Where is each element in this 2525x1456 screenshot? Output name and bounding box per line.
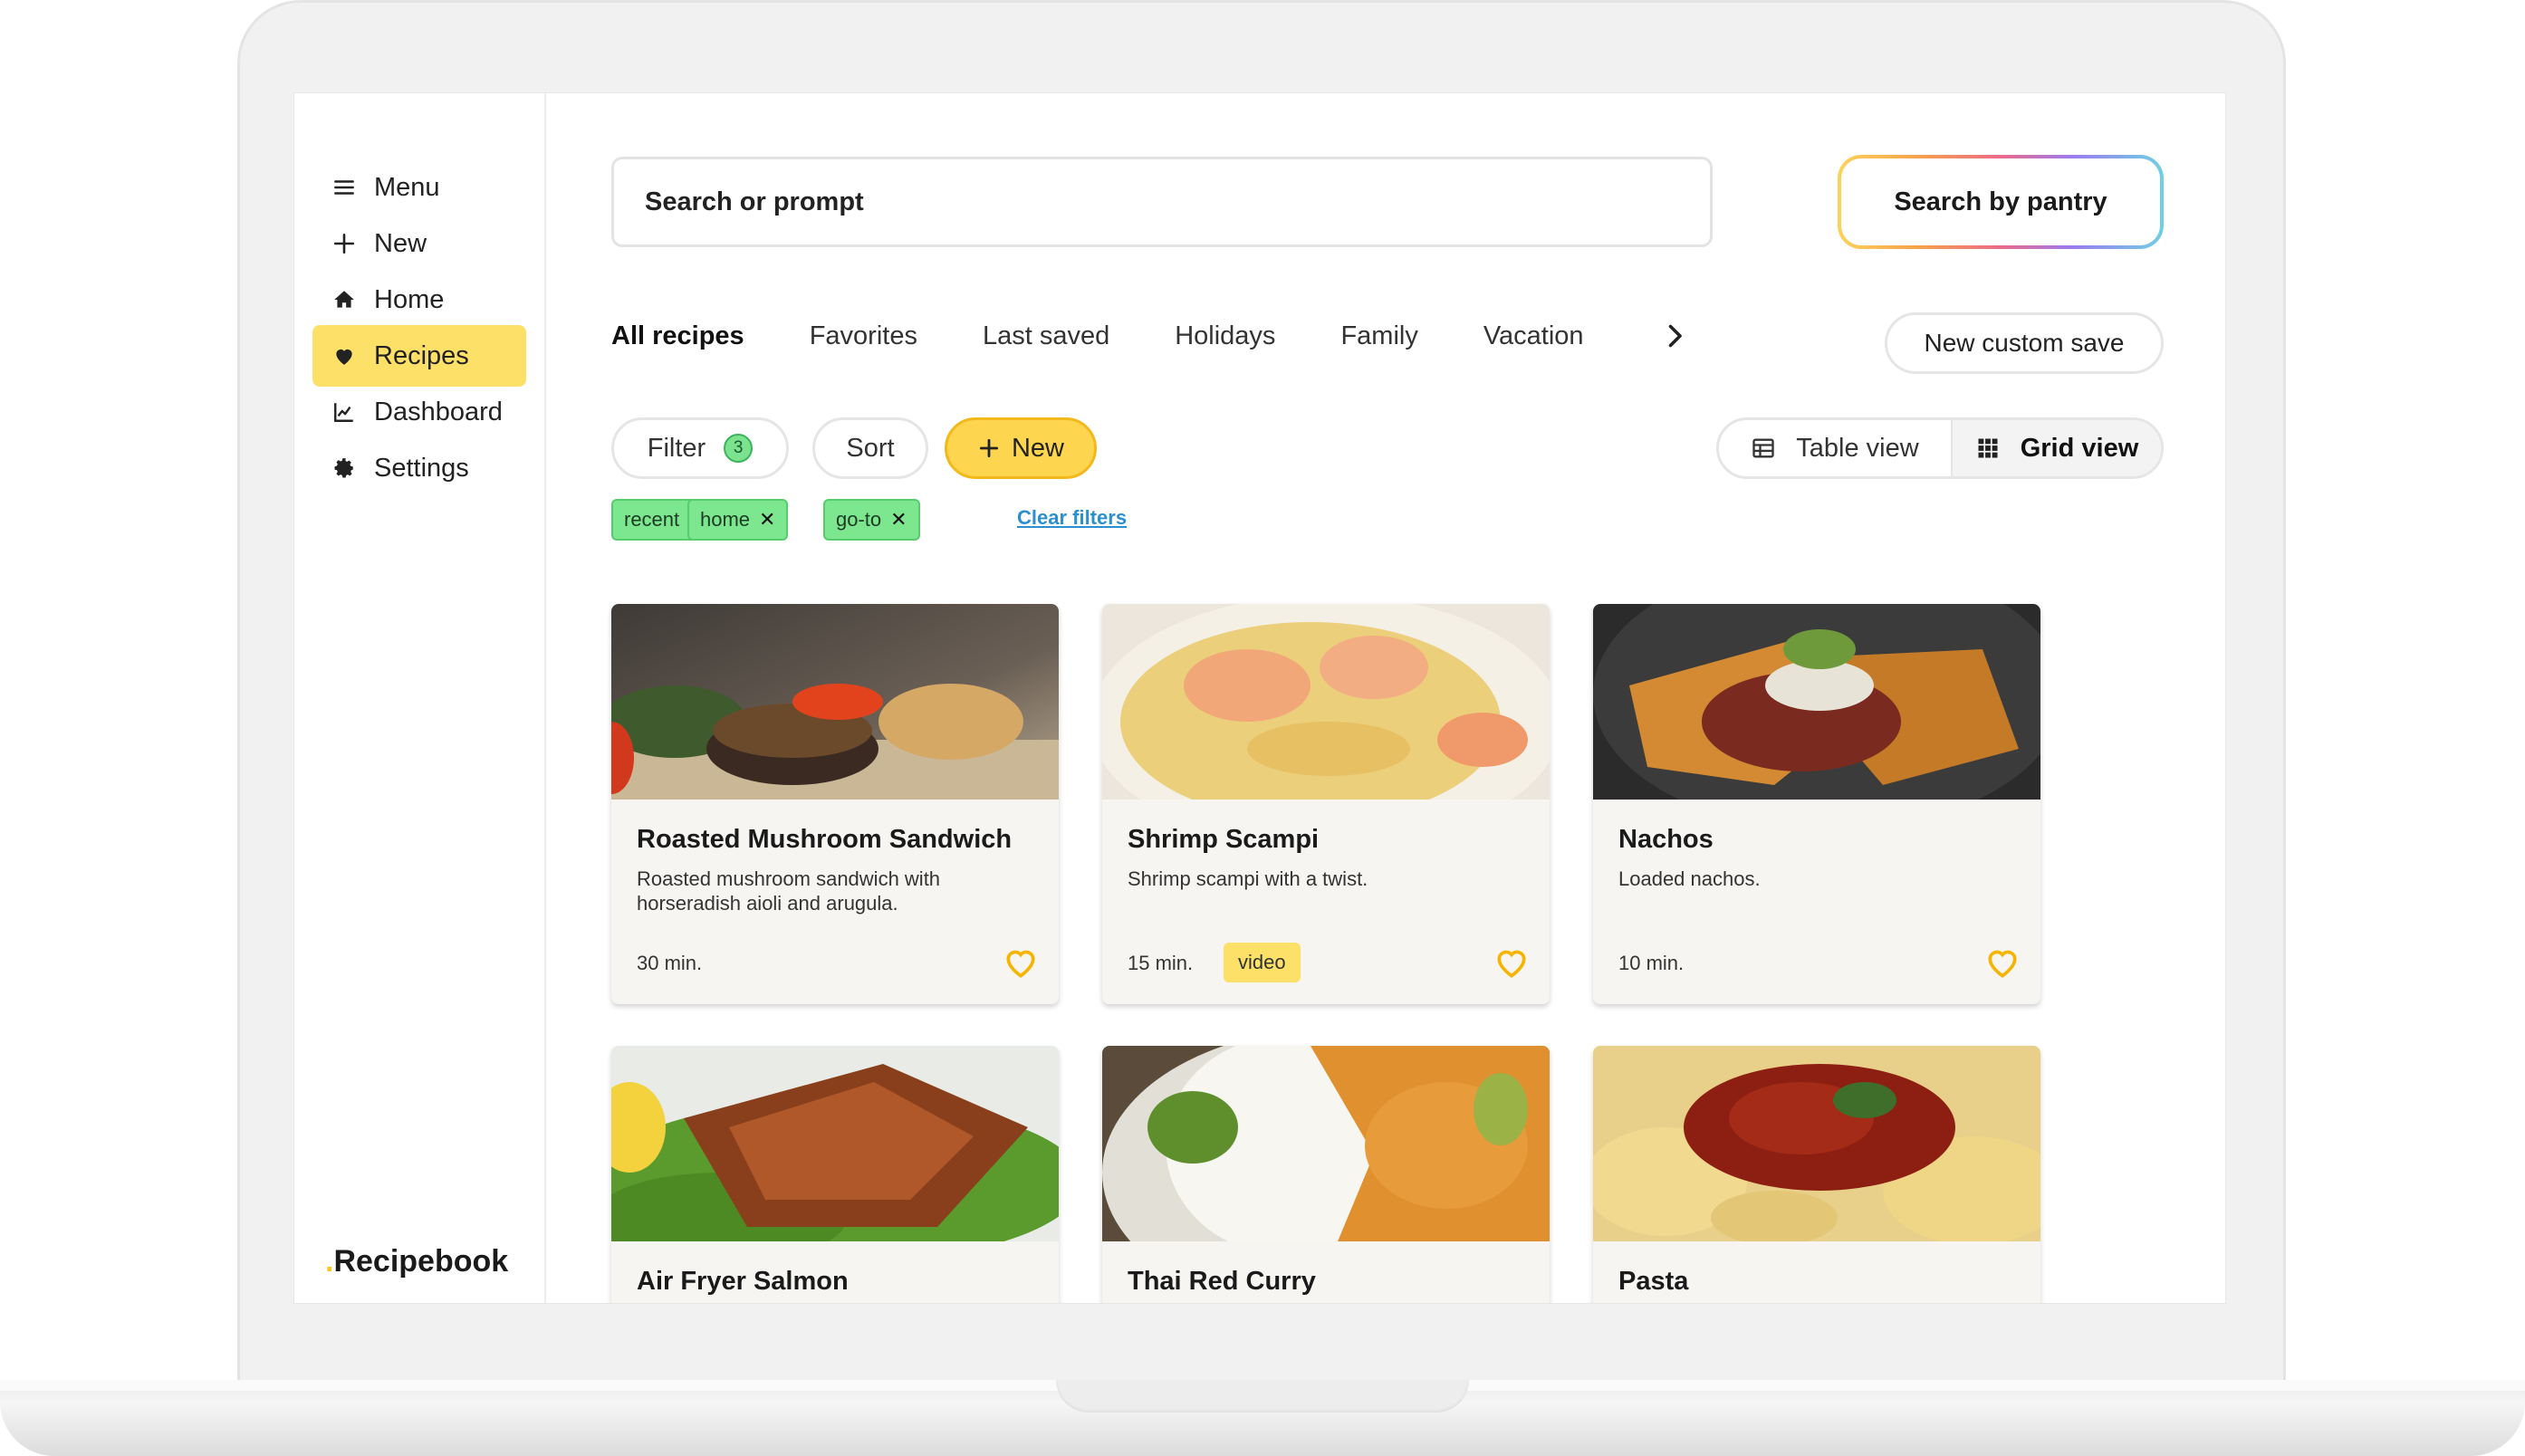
- recipe-description: Roasted mushroom sandwich with horseradi…: [637, 867, 941, 915]
- recipe-description: Shrimp scampi with a twist.: [1128, 867, 1368, 890]
- sidebar-item-label: Dashboard: [374, 397, 503, 426]
- filter-chip[interactable]: go-to ✕: [823, 499, 920, 541]
- recipe-card[interactable]: Nachos Loaded nachos. 10 min.: [1593, 604, 2040, 1004]
- sort-button[interactable]: Sort: [812, 417, 928, 479]
- plus-icon: [979, 438, 999, 458]
- sidebar-item-dashboard[interactable]: Dashboard: [312, 381, 526, 443]
- chevron-right-icon[interactable]: [1658, 320, 1691, 352]
- recipe-title: Roasted Mushroom Sandwich: [637, 825, 1013, 854]
- laptop-notch: [1056, 1380, 1469, 1413]
- recipe-title: Pasta: [1618, 1267, 1689, 1296]
- saved-tabs: All recipes Favorites Last saved Holiday…: [611, 309, 1649, 363]
- sidebar-item-home[interactable]: Home: [312, 269, 526, 330]
- home-icon: [331, 286, 358, 313]
- filter-chip[interactable]: home ✕: [687, 499, 789, 541]
- brand-logo[interactable]: .Recipebook: [325, 1244, 508, 1279]
- brand-name: Recipebook: [333, 1244, 509, 1279]
- sidebar-item-recipes[interactable]: Recipes: [312, 325, 526, 387]
- main-content: Search or prompt Search by pantry All re…: [546, 93, 2225, 1303]
- tab-holidays[interactable]: Holidays: [1175, 321, 1275, 351]
- tab-vacation[interactable]: Vacation: [1483, 321, 1584, 351]
- recipe-card[interactable]: Roasted Mushroom Sandwich Roasted mushro…: [611, 604, 1059, 1004]
- close-icon[interactable]: ✕: [759, 508, 775, 532]
- chip-label: home: [700, 508, 751, 531]
- clear-filters-link[interactable]: Clear filters: [1017, 506, 1127, 530]
- recipe-image: [611, 1046, 1059, 1241]
- recipe-description: Loaded nachos.: [1618, 867, 1761, 890]
- filter-label: Filter: [647, 433, 706, 463]
- new-label: New: [1011, 433, 1064, 463]
- tab-family[interactable]: Family: [1340, 321, 1417, 351]
- recipe-image: [1102, 604, 1550, 800]
- sidebar-item-label: Settings: [374, 453, 469, 483]
- sidebar: Menu New Home Recipes Dashboard Settings…: [294, 93, 546, 1303]
- app-screen: Menu New Home Recipes Dashboard Settings…: [293, 92, 2226, 1304]
- search-by-pantry-label: Search by pantry: [1841, 158, 2160, 245]
- grid-icon: [1978, 438, 1998, 458]
- recipe-card[interactable]: Air Fryer Salmon: [611, 1046, 1059, 1303]
- search-by-pantry-button[interactable]: Search by pantry: [1838, 155, 2164, 249]
- sidebar-item-settings[interactable]: Settings: [312, 437, 526, 499]
- chip-label: recent: [624, 508, 680, 531]
- sidebar-item-menu[interactable]: Menu: [312, 157, 526, 218]
- sort-label: Sort: [846, 433, 895, 463]
- close-icon[interactable]: ✕: [890, 508, 907, 532]
- menu-icon: [331, 174, 358, 201]
- search-placeholder: Search or prompt: [645, 187, 864, 216]
- search-input[interactable]: Search or prompt: [611, 157, 1713, 247]
- recipe-card[interactable]: Shrimp Scampi Shrimp scampi with a twist…: [1102, 604, 1550, 1004]
- tab-favorites[interactable]: Favorites: [810, 321, 917, 351]
- chart-icon: [331, 398, 358, 426]
- grid-view-button[interactable]: Grid view: [1951, 420, 2161, 476]
- view-toggle: Table view Grid view: [1716, 417, 2164, 479]
- recipe-title: Air Fryer Salmon: [637, 1267, 849, 1296]
- favorite-heart-icon[interactable]: [1983, 943, 2022, 982]
- tab-all-recipes[interactable]: All recipes: [611, 321, 744, 351]
- plus-icon: [331, 230, 358, 257]
- recipe-time: 15 min.: [1128, 952, 1194, 974]
- recipe-image: [1593, 1046, 2040, 1241]
- favorite-heart-icon[interactable]: [1492, 943, 1531, 982]
- recipe-image: [1102, 1046, 1550, 1241]
- recipe-time: 30 min.: [637, 952, 703, 974]
- recipe-image: [1593, 604, 2040, 800]
- grid-view-label: Grid view: [2020, 433, 2139, 463]
- table-view-button[interactable]: Table view: [1719, 420, 1951, 476]
- tab-last-saved[interactable]: Last saved: [983, 321, 1109, 351]
- gear-icon: [331, 455, 358, 482]
- recipe-image: [611, 604, 1059, 800]
- sidebar-item-label: New: [374, 228, 427, 258]
- table-icon: [1752, 438, 1774, 458]
- recipe-card[interactable]: Pasta: [1593, 1046, 2040, 1303]
- recipe-title: Nachos: [1618, 825, 1714, 854]
- heart-icon: [331, 342, 358, 369]
- sidebar-item-label: Home: [374, 284, 445, 314]
- filter-button[interactable]: Filter 3: [611, 417, 789, 479]
- sidebar-item-new[interactable]: New: [312, 213, 526, 274]
- new-recipe-button[interactable]: New: [945, 417, 1097, 479]
- recipe-card[interactable]: Thai Red Curry: [1102, 1046, 1550, 1303]
- filter-count-badge: 3: [724, 434, 754, 463]
- recipe-title: Thai Red Curry: [1128, 1267, 1316, 1296]
- chip-label: go-to: [836, 508, 882, 531]
- recipe-time: 10 min.: [1618, 952, 1685, 974]
- sidebar-item-label: Recipes: [374, 340, 469, 370]
- table-view-label: Table view: [1796, 433, 1919, 463]
- favorite-heart-icon[interactable]: [1001, 943, 1041, 982]
- video-tag: video: [1224, 943, 1301, 982]
- recipe-title: Shrimp Scampi: [1128, 825, 1320, 854]
- new-custom-save-button[interactable]: New custom save: [1885, 312, 2164, 374]
- sidebar-item-label: Menu: [374, 172, 440, 202]
